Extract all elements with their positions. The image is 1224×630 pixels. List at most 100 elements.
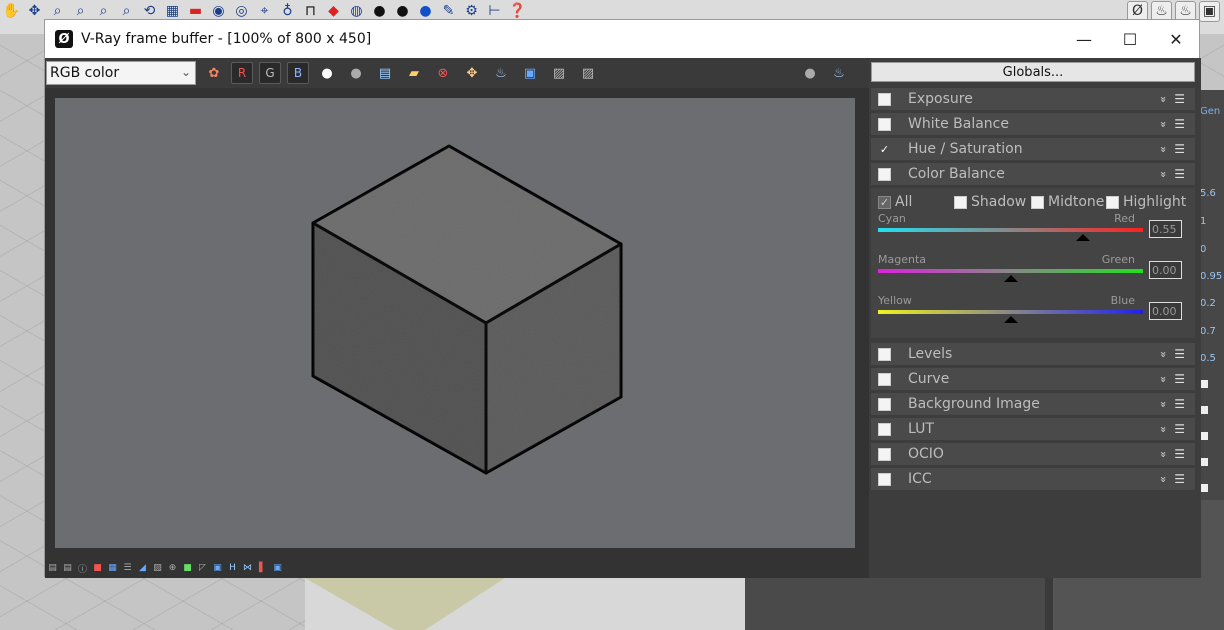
- rgb-channels-icon[interactable]: ✿: [203, 62, 225, 84]
- expand-icon[interactable]: »: [1157, 426, 1170, 433]
- expand-icon[interactable]: »: [1157, 146, 1170, 153]
- expand-icon[interactable]: »: [1157, 401, 1170, 408]
- layer-checkbox[interactable]: ✓: [878, 142, 891, 156]
- layer-checkbox[interactable]: [878, 422, 891, 436]
- expand-icon[interactable]: »: [1157, 96, 1170, 103]
- denoise-icon[interactable]: ⊕: [167, 563, 178, 574]
- slider-handle[interactable]: [1076, 234, 1091, 241]
- help-icon[interactable]: ❓: [508, 2, 527, 21]
- layer-checkbox[interactable]: [878, 472, 891, 486]
- menu-icon[interactable]: ☰: [1174, 92, 1185, 106]
- expand-icon[interactable]: »: [1157, 121, 1170, 128]
- layer-row[interactable]: White Balance » ☰: [871, 113, 1195, 135]
- background-checkbox[interactable]: [1200, 406, 1208, 414]
- menu-icon[interactable]: ☰: [1174, 447, 1185, 461]
- snap-icon[interactable]: ⌖: [255, 2, 274, 21]
- frame-buffer-icon[interactable]: ▣: [1199, 0, 1220, 22]
- close-button[interactable]: ✕: [1153, 20, 1199, 58]
- color-balance-slider[interactable]: [878, 228, 1143, 232]
- mono-icon[interactable]: ●: [345, 62, 367, 84]
- lut-icon[interactable]: ▣: [212, 563, 223, 574]
- history-icon[interactable]: ▦: [107, 563, 118, 574]
- layer-row[interactable]: Background Image » ☰: [871, 393, 1195, 415]
- layer-row[interactable]: ✓ Hue / Saturation » ☰: [871, 138, 1195, 160]
- channel-select[interactable]: RGB color ⌄: [46, 61, 196, 85]
- globals-button[interactable]: Globals...: [871, 62, 1195, 82]
- layer-row[interactable]: Color Balance » ☰: [871, 163, 1195, 185]
- expand-icon[interactable]: »: [1157, 376, 1170, 383]
- slider-value-field[interactable]: 0.00: [1149, 302, 1182, 320]
- car-icon[interactable]: ▬: [186, 2, 205, 21]
- info-icon[interactable]: ⓘ: [77, 563, 88, 575]
- minimize-button[interactable]: —: [1061, 20, 1107, 58]
- layer-checkbox[interactable]: [878, 372, 891, 386]
- lens-effects-icon[interactable]: ☰: [122, 563, 133, 574]
- curve-icon[interactable]: ◸: [197, 563, 208, 574]
- red-channel-button[interactable]: R: [231, 62, 253, 84]
- layer-checkbox[interactable]: [878, 92, 891, 106]
- menu-icon[interactable]: ☰: [1174, 347, 1185, 361]
- target-icon[interactable]: ◎: [232, 2, 251, 21]
- color-corrections-icon[interactable]: ■: [92, 563, 103, 574]
- track-mouse-icon[interactable]: ✥: [461, 62, 483, 84]
- zoom-extents-icon[interactable]: ⌕: [94, 2, 113, 21]
- clear-icon[interactable]: ⊗: [432, 62, 454, 84]
- rotate-view-icon[interactable]: ⟲: [140, 2, 159, 21]
- render-teapot-icon[interactable]: ♨: [490, 62, 512, 84]
- color-wheel-icon[interactable]: ◍: [347, 2, 366, 21]
- slider-handle[interactable]: [1003, 316, 1018, 323]
- region-icon[interactable]: ▣: [272, 563, 283, 574]
- menu-icon[interactable]: ☰: [1174, 422, 1185, 436]
- layer-row[interactable]: Levels » ☰: [871, 343, 1195, 365]
- color-balance-slider[interactable]: [878, 310, 1143, 314]
- grid-icon[interactable]: ▦: [163, 2, 182, 21]
- blue-channel-button[interactable]: B: [287, 62, 309, 84]
- tone-all[interactable]: ✓ All: [878, 194, 912, 210]
- layer-row[interactable]: ICC » ☰: [871, 468, 1195, 490]
- pixel-info-icon[interactable]: ▨: [152, 563, 163, 574]
- layer-row[interactable]: OCIO » ☰: [871, 443, 1195, 465]
- slider-value-field[interactable]: 0.00: [1149, 261, 1182, 279]
- render-viewport[interactable]: [55, 98, 855, 548]
- slider-handle[interactable]: [1003, 275, 1018, 282]
- tone-highlights-checkbox[interactable]: [1106, 195, 1119, 209]
- light-icon[interactable]: ♁: [278, 2, 297, 21]
- gear-icon[interactable]: ⚙: [462, 2, 481, 21]
- tone-midtones[interactable]: Midtone: [1031, 194, 1104, 210]
- zoom-selected-icon[interactable]: ⌕: [117, 2, 136, 21]
- zoom-window-icon[interactable]: ⌕: [71, 2, 90, 21]
- open-folder-icon[interactable]: ▰: [403, 62, 425, 84]
- layer-row[interactable]: Exposure » ☰: [871, 88, 1195, 110]
- layers-icon[interactable]: ▤: [47, 563, 58, 574]
- render-sphere-icon[interactable]: ●: [799, 62, 821, 84]
- log-icon[interactable]: ▤: [62, 563, 73, 574]
- layer-checkbox[interactable]: [878, 347, 891, 361]
- expand-icon[interactable]: »: [1157, 171, 1170, 178]
- brush-icon[interactable]: ✎: [439, 2, 458, 21]
- background-checkbox[interactable]: [1200, 380, 1208, 388]
- eye-icon[interactable]: ◉: [209, 2, 228, 21]
- maximize-button[interactable]: ☐: [1107, 20, 1153, 58]
- layer-checkbox[interactable]: [878, 117, 891, 131]
- ab-compare-icon[interactable]: ▌: [257, 563, 268, 574]
- window-titlebar[interactable]: Ø V-Ray frame buffer - [100% of 800 x 45…: [45, 20, 1199, 58]
- menu-icon[interactable]: ☰: [1174, 397, 1185, 411]
- h-icon[interactable]: H: [227, 563, 238, 574]
- stamp-icon[interactable]: ■: [182, 563, 193, 574]
- layer-checkbox[interactable]: [878, 447, 891, 461]
- tone-highlights[interactable]: Highlight: [1106, 194, 1194, 210]
- green-channel-button[interactable]: G: [259, 62, 281, 84]
- color-balance-slider[interactable]: [878, 269, 1143, 273]
- tone-midtones-checkbox[interactable]: [1031, 195, 1044, 209]
- render-interactive-icon[interactable]: ♨: [828, 62, 850, 84]
- tone-all-checkbox[interactable]: ✓: [878, 195, 891, 209]
- tone-shadows[interactable]: Shadow: [954, 194, 1026, 210]
- pan-icon[interactable]: ✋: [2, 2, 21, 21]
- menu-icon[interactable]: ☰: [1174, 142, 1185, 156]
- menu-icon[interactable]: ☰: [1174, 372, 1185, 386]
- layer-checkbox[interactable]: [878, 397, 891, 411]
- sphere-shaded-icon[interactable]: ●: [393, 2, 412, 21]
- dimension-icon[interactable]: ⊢: [485, 2, 504, 21]
- background-checkbox[interactable]: [1200, 484, 1208, 492]
- slider-value-field[interactable]: 0.55: [1149, 220, 1182, 238]
